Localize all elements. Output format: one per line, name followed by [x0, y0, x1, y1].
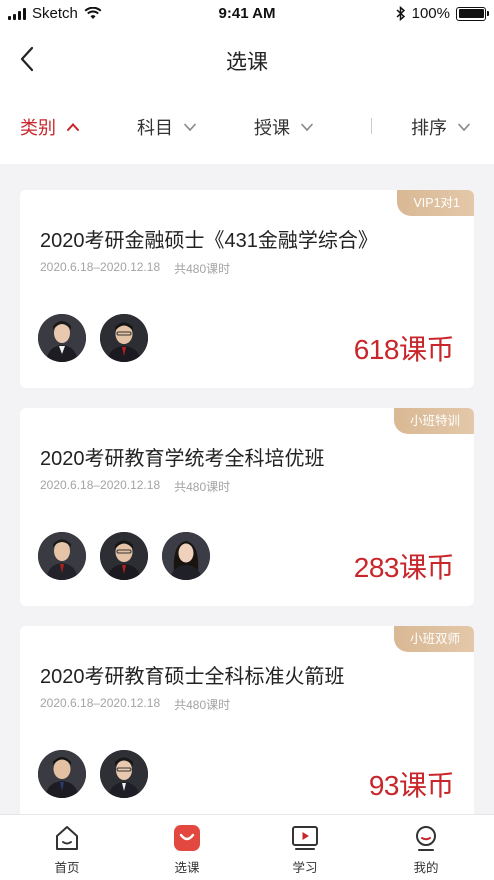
course-meta: 2020.6.18–2020.12.18 共480课时 — [40, 260, 230, 277]
course-icon — [174, 825, 200, 851]
course-card[interactable]: VIP1对1 2020考研金融硕士《431金融学综合》 2020.6.18–20… — [20, 190, 474, 388]
tab-label: 学习 — [292, 861, 318, 875]
teacher-avatars — [38, 750, 148, 798]
tab-bar: 首页 选课 学习 我的 — [0, 814, 494, 880]
course-list[interactable]: VIP1对1 2020考研金融硕士《431金融学综合》 2020.6.18–20… — [0, 164, 494, 814]
teacher-avatar[interactable] — [100, 750, 148, 798]
course-title: 2020考研教育硕士全科标准火箭班 — [40, 666, 345, 688]
course-hours: 共480课时 — [174, 480, 231, 494]
course-card[interactable]: 小班双师 2020考研教育硕士全科标准火箭班 2020.6.18–2020.12… — [20, 626, 474, 814]
filter-sort[interactable]: 排序 — [411, 114, 471, 140]
filter-label: 授课 — [254, 118, 290, 138]
course-card[interactable]: 小班特训 2020考研教育学统考全科培优班 2020.6.18–2020.12.… — [20, 408, 474, 606]
course-hours: 共480课时 — [174, 262, 231, 276]
chevron-up-icon — [67, 123, 79, 131]
filter-label: 类别 — [20, 118, 56, 138]
chevron-down-icon — [458, 123, 470, 132]
course-meta: 2020.6.18–2020.12.18 共480课时 — [40, 478, 230, 495]
status-right: 100% — [396, 5, 489, 22]
filter-label: 排序 — [411, 118, 447, 138]
filter-subject[interactable]: 科目 — [137, 114, 197, 140]
filter-category[interactable]: 类别 — [20, 114, 80, 140]
course-type-badge: 小班双师 — [393, 626, 474, 652]
teacher-avatars — [38, 532, 210, 580]
course-price: 283课币 — [353, 552, 455, 583]
course-price: 93课币 — [368, 770, 455, 801]
teacher-avatar[interactable] — [100, 314, 148, 362]
battery-percent: 100% — [411, 5, 450, 22]
tab-label: 我的 — [413, 861, 439, 875]
tab-courses[interactable]: 选课 — [147, 823, 227, 876]
tab-study[interactable]: 学习 — [265, 823, 345, 876]
filter-teaching[interactable]: 授课 — [254, 114, 314, 140]
teacher-avatar[interactable] — [100, 532, 148, 580]
course-dates: 2020.6.18–2020.12.18 — [40, 260, 161, 274]
tab-home[interactable]: 首页 — [27, 823, 107, 876]
chevron-down-icon — [184, 123, 196, 132]
battery-icon — [456, 6, 489, 21]
chevron-down-icon — [301, 123, 313, 132]
course-hours: 共480课时 — [174, 698, 231, 712]
course-dates: 2020.6.18–2020.12.18 — [40, 478, 161, 492]
home-icon — [56, 826, 78, 850]
tab-profile[interactable]: 我的 — [386, 823, 466, 876]
profile-icon — [416, 826, 436, 851]
tab-label: 首页 — [54, 861, 80, 875]
course-meta: 2020.6.18–2020.12.18 共480课时 — [40, 696, 230, 713]
course-title: 2020考研金融硕士《431金融学综合》 — [40, 230, 378, 252]
tab-label: 选课 — [174, 861, 200, 875]
video-icon — [292, 826, 318, 850]
course-dates: 2020.6.18–2020.12.18 — [40, 696, 161, 710]
nav-bar: 选课 — [0, 28, 494, 90]
teacher-avatar[interactable] — [162, 532, 210, 580]
course-type-badge: VIP1对1 — [397, 190, 474, 216]
course-price: 618课币 — [353, 334, 455, 365]
teacher-avatars — [38, 314, 148, 362]
course-title: 2020考研教育学统考全科培优班 — [40, 448, 325, 470]
course-type-badge: 小班特训 — [393, 408, 474, 434]
filter-divider — [371, 118, 372, 134]
filter-bar: 类别 科目 授课 排序 — [0, 90, 494, 164]
teacher-avatar[interactable] — [38, 314, 86, 362]
page-title: 选课 — [226, 51, 268, 74]
teacher-avatar[interactable] — [38, 532, 86, 580]
bluetooth-icon — [396, 6, 405, 21]
teacher-avatar[interactable] — [38, 750, 86, 798]
filter-label: 科目 — [137, 118, 173, 138]
status-bar: Sketch 9:41 AM 100% — [0, 0, 494, 28]
